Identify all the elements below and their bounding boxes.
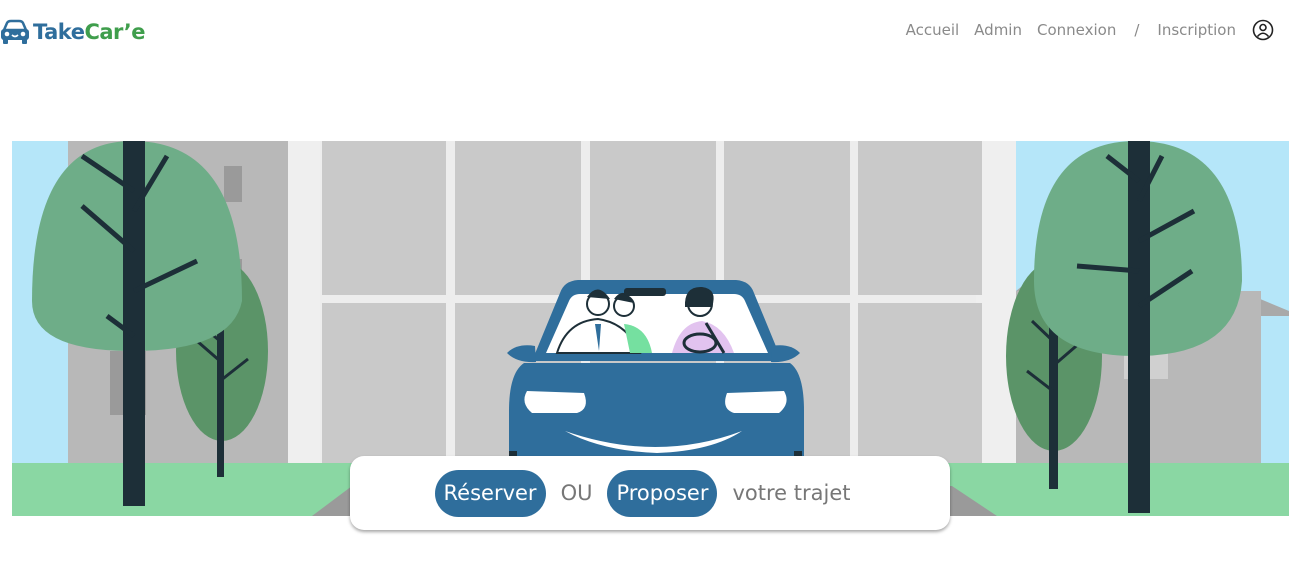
header: TakeCar’e Accueil Admin Connexion / Insc… xyxy=(0,0,1294,64)
nav-link-admin[interactable]: Admin xyxy=(974,21,1022,39)
nav-link-inscription[interactable]: Inscription xyxy=(1157,21,1236,39)
brand-logo[interactable]: TakeCar’e xyxy=(0,18,145,46)
cta-card: Réserver OU Proposer votre trajet xyxy=(350,456,950,530)
reserve-button[interactable]: Réserver xyxy=(434,469,546,517)
user-circle-icon[interactable] xyxy=(1252,19,1274,41)
car-icon xyxy=(0,18,30,46)
nav-link-accueil[interactable]: Accueil xyxy=(906,21,960,39)
nav-separator: / xyxy=(1134,21,1140,39)
brand-name-part2: Car’e xyxy=(84,20,145,44)
brand-name: TakeCar’e xyxy=(33,18,145,46)
propose-button[interactable]: Proposer xyxy=(607,469,718,517)
cta-or-label: OU xyxy=(560,481,593,505)
nav-link-connexion[interactable]: Connexion xyxy=(1037,21,1116,39)
cta-suffix-label: votre trajet xyxy=(732,481,851,505)
main-nav: Accueil Admin Connexion / Inscription xyxy=(891,16,1274,44)
brand-name-part1: Take xyxy=(33,20,85,44)
